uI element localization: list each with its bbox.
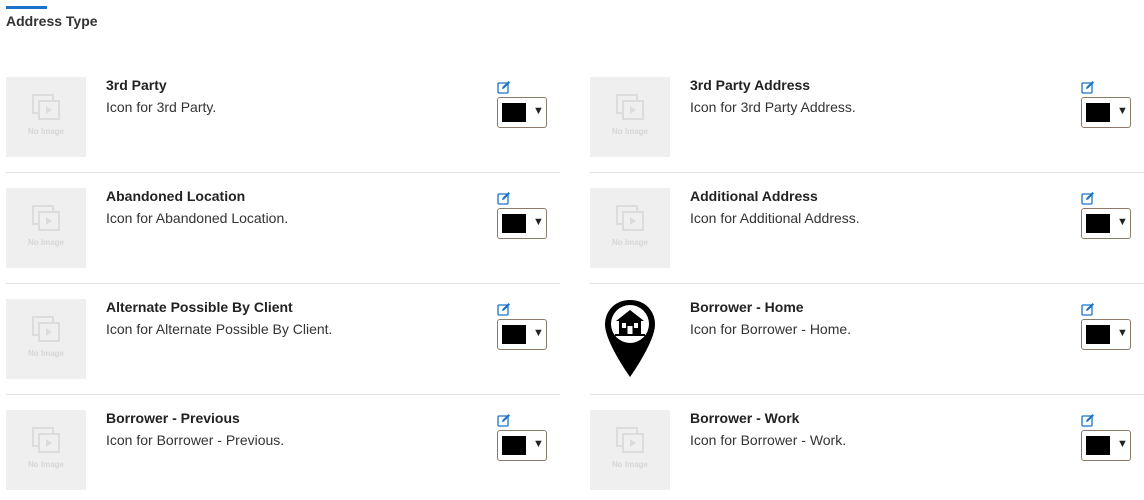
dropdown-caret-icon: ▼ <box>1117 105 1128 117</box>
item-name: Additional Address <box>690 188 818 204</box>
edit-icon[interactable] <box>1081 302 1095 316</box>
no-image-placeholder: No Image <box>6 188 86 268</box>
address-type-row: No Image Borrower - Previous Icon for Bo… <box>6 410 1144 500</box>
item-name: Abandoned Location <box>106 188 246 204</box>
image-placeholder-icon <box>32 316 60 342</box>
section-accent-bar <box>6 6 47 9</box>
item-name: 3rd Party <box>106 77 167 93</box>
color-picker[interactable]: ▼ <box>1081 97 1131 128</box>
map-pin-house-icon <box>605 300 655 377</box>
address-type-item: No Image Additional Address Icon for Add… <box>590 188 1144 299</box>
no-image-placeholder: No Image <box>6 77 86 157</box>
address-type-item: No Image 3rd Party Icon for 3rd Party. ▼ <box>6 77 560 188</box>
dropdown-caret-icon: ▼ <box>533 216 544 228</box>
item-name: Borrower - Work <box>690 410 800 426</box>
address-type-row: No Image Alternate Possible By Client Ic… <box>6 299 1144 410</box>
row-divider <box>6 394 560 395</box>
address-type-row: No Image 3rd Party Icon for 3rd Party. ▼… <box>6 77 1144 188</box>
color-swatch <box>1086 325 1110 344</box>
color-swatch <box>502 325 526 344</box>
item-description: Icon for Additional Address. <box>690 210 860 226</box>
no-image-placeholder: No Image <box>6 299 86 379</box>
item-name: Alternate Possible By Client <box>106 299 293 315</box>
image-placeholder-icon <box>32 205 60 231</box>
edit-icon[interactable] <box>1081 80 1095 94</box>
edit-icon[interactable] <box>497 413 511 427</box>
color-swatch <box>1086 214 1110 233</box>
color-swatch <box>1086 436 1110 455</box>
image-placeholder-icon <box>616 94 644 120</box>
color-picker[interactable]: ▼ <box>497 208 547 239</box>
item-name: Borrower - Home <box>690 299 804 315</box>
dropdown-caret-icon: ▼ <box>1117 438 1128 450</box>
row-divider <box>6 172 560 173</box>
item-description: Icon for 3rd Party Address. <box>690 99 856 115</box>
address-type-item: No Image Borrower - Work Icon for Borrow… <box>590 410 1144 500</box>
color-picker[interactable]: ▼ <box>497 319 547 350</box>
edit-icon[interactable] <box>497 80 511 94</box>
no-image-text: No Image <box>611 460 648 469</box>
row-divider <box>6 283 560 284</box>
color-swatch <box>502 436 526 455</box>
address-type-item: No Image Borrower - Previous Icon for Bo… <box>6 410 560 500</box>
color-picker[interactable]: ▼ <box>1081 430 1131 461</box>
color-swatch <box>502 103 526 122</box>
dropdown-caret-icon: ▼ <box>1117 327 1128 339</box>
no-image-text: No Image <box>611 238 648 247</box>
row-divider <box>590 283 1144 284</box>
edit-icon[interactable] <box>497 302 511 316</box>
no-image-placeholder: No Image <box>590 188 670 268</box>
item-name: Borrower - Previous <box>106 410 240 426</box>
address-type-item: No Image 3rd Party Address Icon for 3rd … <box>590 77 1144 188</box>
dropdown-caret-icon: ▼ <box>1117 216 1128 228</box>
address-type-item: No Image Alternate Possible By Client Ic… <box>6 299 560 410</box>
item-description: Icon for 3rd Party. <box>106 99 217 115</box>
color-picker[interactable]: ▼ <box>497 97 547 128</box>
section-title: Address Type <box>6 13 98 29</box>
address-type-item: No Image Abandoned Location Icon for Aba… <box>6 188 560 299</box>
item-description: Icon for Abandoned Location. <box>106 210 289 226</box>
image-placeholder-icon <box>616 427 644 453</box>
edit-icon[interactable] <box>497 191 511 205</box>
item-name: 3rd Party Address <box>690 77 811 93</box>
no-image-text: No Image <box>27 127 64 136</box>
dropdown-caret-icon: ▼ <box>533 438 544 450</box>
image-placeholder-icon <box>32 94 60 120</box>
image-placeholder-icon <box>616 205 644 231</box>
edit-icon[interactable] <box>1081 191 1095 205</box>
no-image-placeholder: No Image <box>6 410 86 490</box>
color-swatch <box>1086 103 1110 122</box>
item-description: Icon for Alternate Possible By Client. <box>106 321 333 337</box>
edit-icon[interactable] <box>1081 413 1095 427</box>
address-type-item: Borrower - Home Icon for Borrower - Home… <box>590 299 1144 410</box>
item-description: Icon for Borrower - Previous. <box>106 432 285 448</box>
item-description: Icon for Borrower - Work. <box>690 432 847 448</box>
no-image-text: No Image <box>27 349 64 358</box>
image-placeholder-icon <box>32 427 60 453</box>
no-image-text: No Image <box>27 238 64 247</box>
no-image-text: No Image <box>611 127 648 136</box>
dropdown-caret-icon: ▼ <box>533 327 544 339</box>
address-type-row: No Image Abandoned Location Icon for Aba… <box>6 188 1144 299</box>
no-image-placeholder: No Image <box>590 410 670 490</box>
no-image-placeholder: No Image <box>590 77 670 157</box>
row-divider <box>590 394 1144 395</box>
item-description: Icon for Borrower - Home. <box>690 321 852 337</box>
color-picker[interactable]: ▼ <box>1081 208 1131 239</box>
color-picker[interactable]: ▼ <box>1081 319 1131 350</box>
no-image-text: No Image <box>27 460 64 469</box>
row-divider <box>590 172 1144 173</box>
color-picker[interactable]: ▼ <box>497 430 547 461</box>
color-swatch <box>502 214 526 233</box>
dropdown-caret-icon: ▼ <box>533 105 544 117</box>
